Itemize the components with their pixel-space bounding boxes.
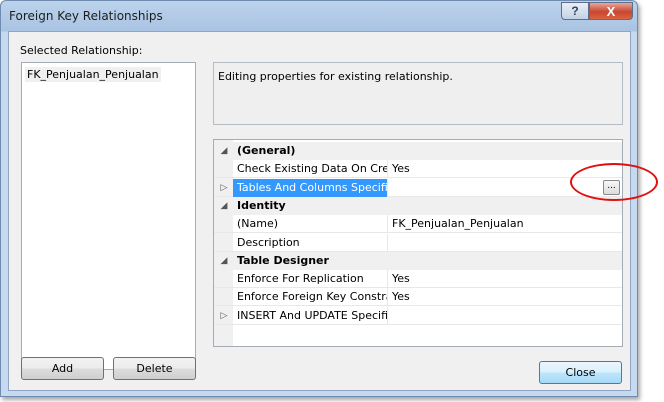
help-button[interactable]: ? <box>561 2 589 20</box>
expand-icon[interactable]: ▷ <box>219 182 229 194</box>
grid-property-name: Description <box>233 233 388 252</box>
dialog-window: Foreign Key Relationships ? X Selected R… <box>0 0 638 397</box>
grid-property-row[interactable]: Enforce Foreign Key ConstraintYes <box>214 288 622 307</box>
grid-category-row[interactable]: ◢ Table Designer <box>214 251 622 270</box>
grid-property-name: Check Existing Data On Creation <box>233 160 388 179</box>
help-icon: ? <box>571 4 579 18</box>
grid-property-row[interactable]: Description <box>214 233 622 252</box>
grid-property-value[interactable] <box>389 307 622 325</box>
expand-icon <box>219 163 229 175</box>
grid-property-value[interactable]: FK_Penjualan_Penjualan <box>389 215 622 233</box>
grid-property-name: Tables And Columns Specification <box>233 178 388 197</box>
grid-category-label: (General) <box>237 144 296 157</box>
close-button[interactable]: Close <box>539 361 622 384</box>
expand-icon <box>219 273 229 285</box>
window-close-button[interactable]: X <box>589 2 633 20</box>
grid-property-row[interactable]: ▷Tables And Columns Specification... <box>214 178 622 197</box>
grid-property-row[interactable]: Check Existing Data On CreationYes <box>214 160 622 179</box>
relationship-list[interactable]: FK_Penjualan_Penjualan <box>21 62 196 370</box>
grid-category-row[interactable]: ◢ Identity <box>214 196 622 215</box>
collapse-icon[interactable]: ◢ <box>219 145 229 157</box>
grid-property-name: Enforce For Replication <box>233 270 388 289</box>
grid-property-row[interactable]: Enforce For Replication Yes <box>214 270 622 289</box>
collapse-icon[interactable]: ◢ <box>219 200 229 212</box>
dialog-body: Selected Relationship: FK_Penjualan_Penj… <box>8 31 631 391</box>
grid-property-name: INSERT And UPDATE Specification <box>233 306 388 325</box>
delete-button[interactable]: Delete <box>113 357 196 380</box>
selected-relationship-label: Selected Relationship: <box>20 44 143 57</box>
expand-icon[interactable]: ▷ <box>219 310 229 322</box>
grid-property-name: Enforce Foreign Key Constraint <box>233 288 388 307</box>
grid-property-value[interactable] <box>389 234 622 252</box>
close-icon: X <box>606 3 616 19</box>
description-box: Editing properties for existing relation… <box>213 62 623 125</box>
grid-property-value[interactable]: Yes <box>389 288 622 306</box>
collapse-icon[interactable]: ◢ <box>219 255 229 267</box>
grid-property-name: (Name) <box>233 215 388 234</box>
annotation-circle <box>570 163 658 201</box>
expand-icon <box>219 291 229 303</box>
expand-icon <box>219 218 229 230</box>
grid-property-row[interactable]: ▷ INSERT And UPDATE Specification <box>214 306 622 325</box>
grid-property-value[interactable]: Yes <box>389 270 622 288</box>
property-grid[interactable]: ◢ (General) Check Existing Data On Creatio… <box>213 139 623 347</box>
title-bar[interactable]: Foreign Key Relationships ? X <box>1 1 637 31</box>
expand-icon <box>219 237 229 249</box>
grid-category-row[interactable]: ◢ (General) <box>214 142 622 160</box>
grid-category-label: Identity <box>237 198 286 212</box>
add-button[interactable]: Add <box>21 357 104 380</box>
grid-property-row[interactable]: (Name) FK_Penjualan_Penjualan <box>214 215 622 234</box>
relationship-list-item[interactable]: FK_Penjualan_Penjualan <box>25 67 161 82</box>
window-title: Foreign Key Relationships <box>9 9 163 23</box>
grid-category-label: Table Designer <box>237 253 329 267</box>
